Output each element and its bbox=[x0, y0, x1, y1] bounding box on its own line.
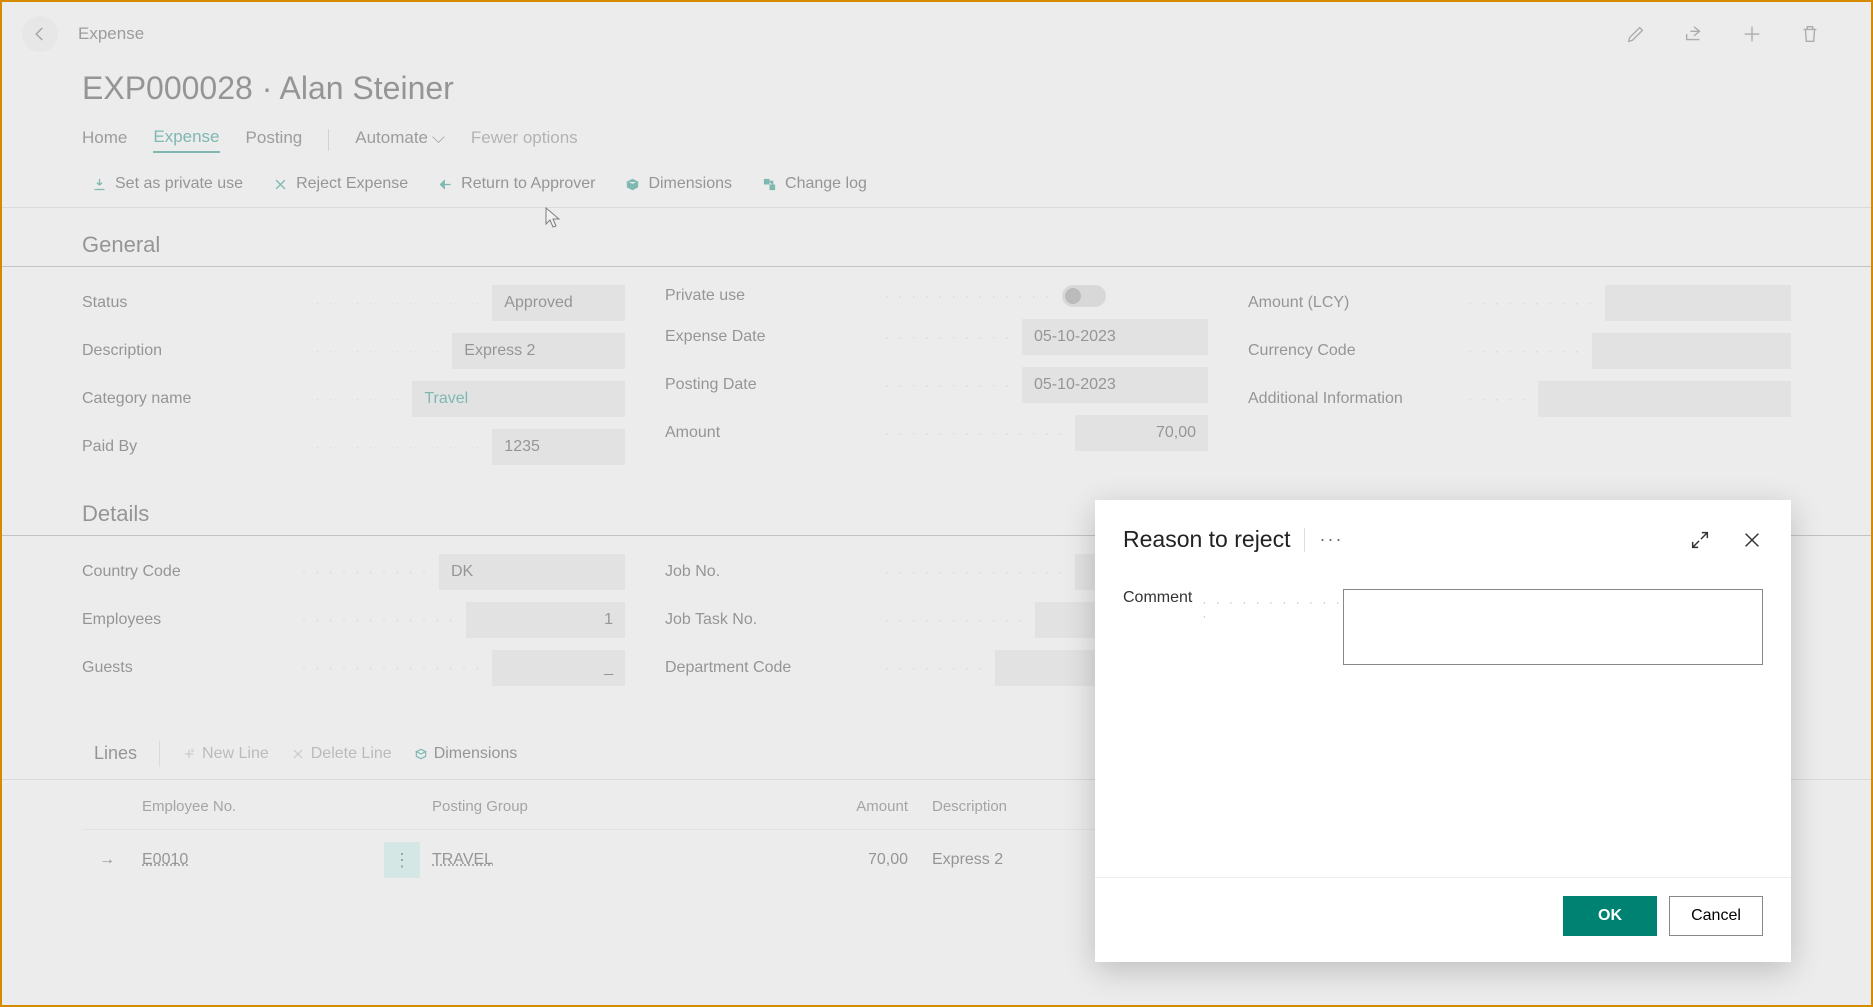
comment-label: Comment bbox=[1123, 589, 1192, 607]
modal-title: Reason to reject bbox=[1123, 526, 1290, 553]
ok-button[interactable]: OK bbox=[1563, 896, 1657, 936]
modal-more-icon[interactable]: ··· bbox=[1319, 529, 1343, 550]
reject-modal: Reason to reject ··· Comment· · · · · · … bbox=[1095, 500, 1791, 962]
expand-icon[interactable] bbox=[1689, 529, 1711, 551]
comment-input[interactable] bbox=[1343, 589, 1763, 665]
close-icon[interactable] bbox=[1741, 529, 1763, 551]
cancel-button[interactable]: Cancel bbox=[1669, 896, 1763, 936]
